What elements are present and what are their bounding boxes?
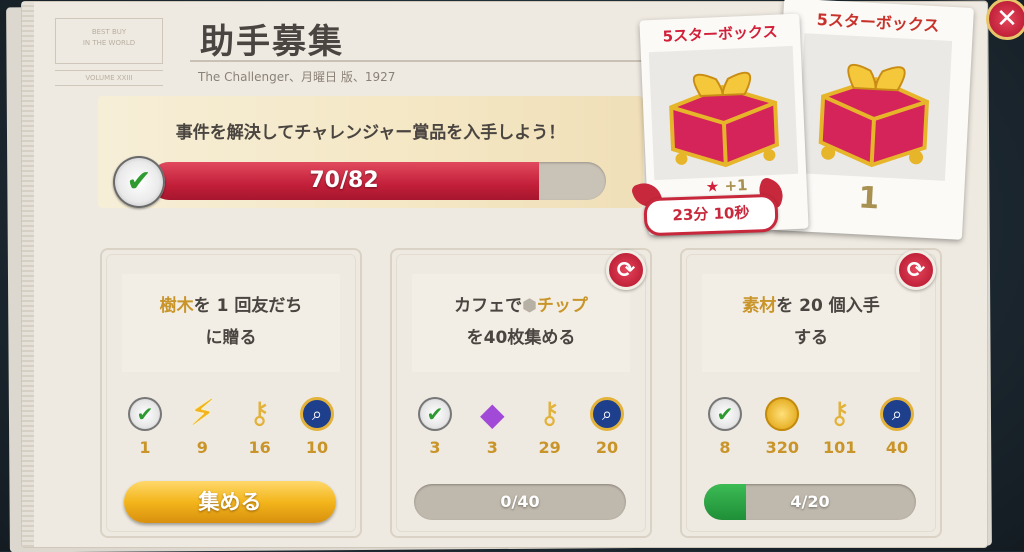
task-highlight: 樹木 — [159, 296, 194, 316]
collect-button[interactable]: 集める — [124, 481, 336, 523]
title-divider — [190, 60, 645, 62]
chip-icon: ⬢ — [522, 296, 537, 316]
reward-value: 16 — [248, 438, 271, 457]
coin-icon — [765, 397, 800, 431]
magnifier-badge-icon: ⌕ — [879, 397, 914, 431]
reward-item: ⚡ 9 — [177, 394, 227, 464]
reward-value: 3 — [429, 438, 441, 457]
reward-item: 320 — [757, 394, 807, 464]
task-description: 樹木を 1 回友だち に贈る — [100, 290, 362, 354]
reward-item: ⚷ 29 — [525, 394, 575, 464]
reward-item: ⌕ 40 — [872, 394, 922, 464]
reward-item: ◆ 3 — [467, 394, 517, 464]
reward-item: ✔ 3 — [410, 394, 460, 464]
reward-value: 1 — [139, 438, 151, 457]
page-subtitle: The Challenger、月曜日 版、1927 — [198, 70, 396, 84]
task-rewards: ✔ 1 ⚡ 9 ⚷ 16 ⌕ 10 — [120, 394, 342, 464]
reward-card-label: 5スターボックス — [662, 22, 778, 46]
magnifier-badge-icon: ⌕ — [299, 397, 334, 431]
task-highlight: チップ — [536, 296, 588, 316]
reward-value: 320 — [765, 438, 800, 457]
wind-up-key-icon: ⚷ — [828, 396, 851, 431]
task-desc-text: カフェで — [454, 296, 523, 316]
gift-box-icon — [669, 71, 779, 168]
reward-item: ✔ 1 — [120, 394, 170, 464]
newspaper-volume: VOLUME XXIII — [55, 70, 163, 86]
task-description: カフェで⬢チップ を40枚集める — [390, 290, 652, 354]
wind-up-key-icon: ⚷ — [538, 396, 561, 431]
task-desc-text: を 1 回友だち — [193, 296, 303, 316]
reward-value: 40 — [885, 438, 909, 457]
reward-item: ⌕ 20 — [582, 394, 632, 464]
task-progress-bar: 0/40 — [414, 484, 626, 520]
task-card-3: ⟳ 素材を 20 個入手 する ✔ 8 320 ⚷ 101 ⌕ 40 4/20 — [680, 248, 942, 538]
gift-box-image — [648, 45, 799, 181]
reward-item: ✔ 8 — [700, 394, 750, 464]
refresh-task-button[interactable]: ⟳ — [606, 250, 646, 290]
reward-item: ⌕ 10 — [292, 394, 342, 464]
task-desc-line2: する — [794, 328, 828, 348]
task-card-2: ⟳ カフェで⬢チップ を40枚集める ✔ 3 ◆ 3 ⚷ 29 ⌕ 20 0/40 — [390, 248, 652, 538]
reward-timer: 23分 10秒 — [643, 193, 779, 237]
reward-bonus-value: +1 — [724, 176, 748, 196]
reward-value: 3 — [486, 438, 498, 457]
task-card-1: 樹木を 1 回友だち に贈る ✔ 1 ⚡ 9 ⚷ 16 ⌕ 10 集める — [100, 248, 362, 538]
reward-value: 101 — [822, 438, 857, 457]
progress-text: 4/20 — [790, 492, 830, 511]
wind-up-key-icon: ⚷ — [248, 396, 271, 431]
task-desc-text: を 20 個入手 — [776, 296, 880, 316]
task-description: 素材を 20 個入手 する — [680, 290, 942, 354]
paper-edge — [22, 2, 34, 547]
check-badge-icon: ✔ — [128, 397, 162, 431]
refresh-icon: ⟳ — [906, 257, 926, 283]
check-badge-icon: ✔ — [113, 156, 165, 208]
refresh-task-button[interactable]: ⟳ — [896, 250, 936, 290]
banner-headline: 事件を解決してチャレンジャー賞品を入手しよう！ — [175, 123, 566, 143]
reward-value: 20 — [595, 438, 619, 457]
gift-box-image — [797, 33, 953, 181]
task-rewards: ✔ 3 ◆ 3 ⚷ 29 ⌕ 20 — [410, 394, 632, 464]
task-highlight: 素材 — [742, 296, 777, 316]
star-badge-icon: ★ — [705, 177, 720, 196]
magnifier-badge-icon: ⌕ — [589, 397, 624, 431]
challenge-progress-bar: 70/82 — [150, 162, 606, 200]
task-desc-line2: を40枚集める — [466, 328, 576, 348]
close-icon: ✕ — [996, 4, 1018, 34]
task-rewards: ✔ 8 320 ⚷ 101 ⌕ 40 — [700, 394, 922, 464]
reward-value: 8 — [719, 438, 731, 457]
newspaper-stamp: BEST BUY IN THE WORLD — [55, 18, 163, 64]
refresh-icon: ⟳ — [616, 257, 636, 283]
progress-text: 70/82 — [309, 168, 379, 193]
reward-value: 29 — [538, 438, 561, 457]
reward-item: ⚷ 16 — [235, 394, 285, 464]
lightning-icon: ⚡ — [189, 393, 215, 434]
task-progress-bar: 4/20 — [704, 484, 916, 520]
page-title: 助手募集 — [200, 22, 344, 62]
reward-value: 10 — [305, 438, 329, 457]
gift-box-icon — [818, 63, 930, 168]
diamond-icon: ◆ — [480, 395, 505, 433]
check-badge-icon: ✔ — [708, 397, 742, 431]
reward-item: ⚷ 101 — [815, 394, 865, 464]
close-button[interactable]: ✕ — [986, 0, 1024, 40]
task-desc-line2: に贈る — [205, 328, 257, 348]
progress-text: 0/40 — [500, 492, 540, 511]
check-badge-icon: ✔ — [418, 397, 452, 431]
reward-value: 9 — [196, 438, 208, 457]
